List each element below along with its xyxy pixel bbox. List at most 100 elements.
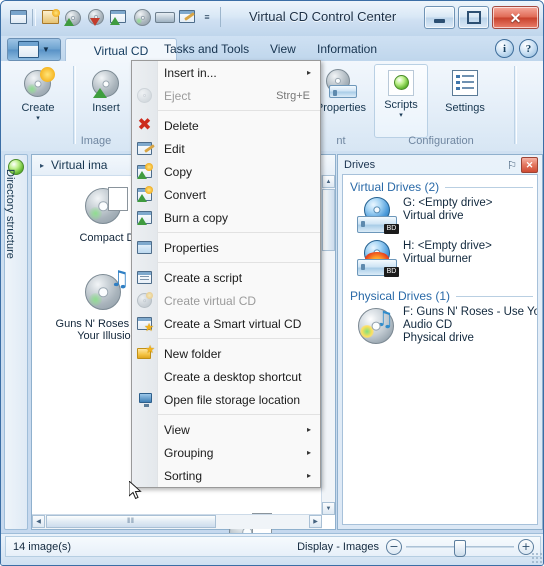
drive-type: Virtual burner [403,253,472,265]
ribbon-button-insert[interactable]: Insert [79,64,133,130]
scroll-thumb[interactable] [322,189,335,251]
insert-disc-icon[interactable] [62,6,84,28]
zoom-slider-thumb[interactable] [454,539,466,557]
window-icon[interactable] [7,6,29,28]
chevron-right-icon: ▸ [306,471,311,480]
ribbon-button-label: Scripts [384,99,418,111]
menu-item-burn-a-copy[interactable]: Burn a copy [132,206,320,229]
menu-item-label: Delete [164,118,199,133]
menu-separator [158,232,320,233]
menu-item-open-file-storage-location[interactable]: Open file storage location [132,388,320,411]
drives-section-title: Virtual Drives (2) [350,180,440,194]
ribbon-button-scripts[interactable]: Scripts ▾ [374,64,428,138]
close-button[interactable]: ✕ [492,6,539,29]
chevron-right-icon: ▸ [306,425,311,434]
toolbar-separator [32,8,36,26]
drive-row[interactable]: BD H: <Empty drive> Virtual burner [343,237,537,280]
zoom-out-button[interactable]: − [386,538,402,555]
window-title: Virtual CD Control Center [249,9,397,24]
chevron-down-icon: ▼ [42,45,50,54]
tab-label: Virtual CD [93,43,149,58]
edit-image-icon[interactable] [177,6,199,28]
menu-separator [158,262,320,263]
open-folder-icon[interactable] [39,6,61,28]
close-icon: ✕ [509,9,522,26]
scroll-up-button[interactable]: ▲ [322,175,335,188]
ribbon-group-label: Configuration [408,135,474,147]
drive-row-text: H: <Empty drive> Virtual burner [403,240,492,266]
create-virtual-cd-icon [136,292,153,309]
burn-disc-icon[interactable] [131,6,153,28]
tab-tasks-and-tools[interactable]: Tasks and Tools [153,36,260,61]
menu-separator [158,338,320,339]
menu-item-insert-in[interactable]: Insert in... ▸ [132,61,320,84]
application-window: ≡ Virtual CD Control Center ✕ ▼ Virtual … [0,0,544,566]
sidebar-directory-structure-tab[interactable]: Directory structure [4,154,28,530]
menu-item-label: View [164,422,190,437]
ribbon-button-create[interactable]: Create ▾ [11,64,65,130]
pin-icon[interactable]: ⚐ [507,159,517,172]
tab-label: Information [317,41,378,56]
scroll-left-button[interactable]: ◀ [32,515,45,528]
scroll-down-button[interactable]: ▼ [322,502,335,515]
drives-panel-header: Drives ⚐ ✕ [338,155,542,174]
vertical-scrollbar[interactable]: ▲ ▼ [321,175,335,515]
horizontal-scrollbar[interactable]: ◀ ‖‖ ▶ [32,514,322,529]
drive-row[interactable]: BD G: <Empty drive> Virtual drive [343,194,537,237]
eject-disc-icon[interactable] [85,6,107,28]
menu-item-edit[interactable]: Edit [132,137,320,160]
minimize-button[interactable] [424,6,455,29]
menu-item-label: Create a script [164,270,243,285]
drive-row[interactable]: ♫ F: Guns N' Roses - Use Your Audio CD P… [343,303,537,347]
edit-pencil-icon [136,140,155,157]
zoom-label: Display - Images [297,540,379,553]
delete-x-icon: ✖ [137,115,152,135]
tab-view[interactable]: View [259,36,307,61]
create-image-icon [22,67,55,100]
script-icon [136,269,153,286]
menu-item-copy[interactable]: Copy [132,160,320,183]
menu-item-create-a-script[interactable]: Create a script [132,266,320,289]
smart-virtual-cd-icon: ★ [136,315,154,333]
zoom-slider[interactable] [406,539,514,557]
maximize-button[interactable] [458,6,489,29]
context-menu[interactable]: Insert in... ▸ Eject Strg+E ✖ Delete Edi… [131,60,321,488]
eject-disc-icon [136,87,153,104]
info-icon[interactable]: i [495,39,514,58]
scripts-icon [387,69,415,97]
scroll-thumb[interactable]: ‖‖ [46,515,216,528]
menu-item-view[interactable]: View ▸ [132,418,320,441]
help-icon[interactable]: ? [519,39,538,58]
menu-item-properties[interactable]: Properties [132,236,320,259]
application-menu-button[interactable]: ▼ [7,38,61,61]
close-icon[interactable]: ✕ [521,157,538,173]
menu-item-new-folder[interactable]: ★ New folder [132,342,320,365]
ribbon-button-settings[interactable]: Settings [433,64,497,130]
menu-item-shortcut: Strg+E [276,89,310,102]
tab-label: View [270,41,296,56]
menu-item-create-virtual-cd[interactable]: Create virtual CD [132,289,320,312]
tab-information[interactable]: Information [306,36,388,61]
menu-item-eject[interactable]: Eject Strg+E [132,84,320,107]
menu-item-create-a-smart-virtual-cd[interactable]: ★ Create a Smart virtual CD [132,312,320,335]
chevron-down-icon: ▾ [36,115,40,122]
quick-access-dropdown-icon[interactable]: ≡ [200,7,214,27]
status-bar: 14 image(s) Display - Images − + [1,533,543,565]
menu-item-sorting[interactable]: Sorting ▸ [132,464,320,487]
audio-disc-icon: ♫ [83,268,131,314]
menu-item-label: Convert [164,187,207,202]
copy-disc-icon[interactable] [108,6,130,28]
menu-item-label: Eject [164,88,191,103]
resize-grip[interactable] [531,552,543,564]
menu-item-grouping[interactable]: Grouping ▸ [132,441,320,464]
menu-item-create-a-desktop-shortcut[interactable]: Create a desktop shortcut [132,365,320,388]
usb-device-icon[interactable] [154,6,176,28]
title-bar: ≡ Virtual CD Control Center ✕ [1,1,543,37]
ribbon-button-label: Create [21,102,55,114]
app-menu-icon [18,41,40,58]
divider [456,295,533,297]
menu-item-delete[interactable]: ✖ Delete [132,114,320,137]
scroll-right-button[interactable]: ▶ [309,515,322,528]
menu-item-convert[interactable]: Convert [132,183,320,206]
drive-label: H: <Empty drive> [403,240,492,252]
